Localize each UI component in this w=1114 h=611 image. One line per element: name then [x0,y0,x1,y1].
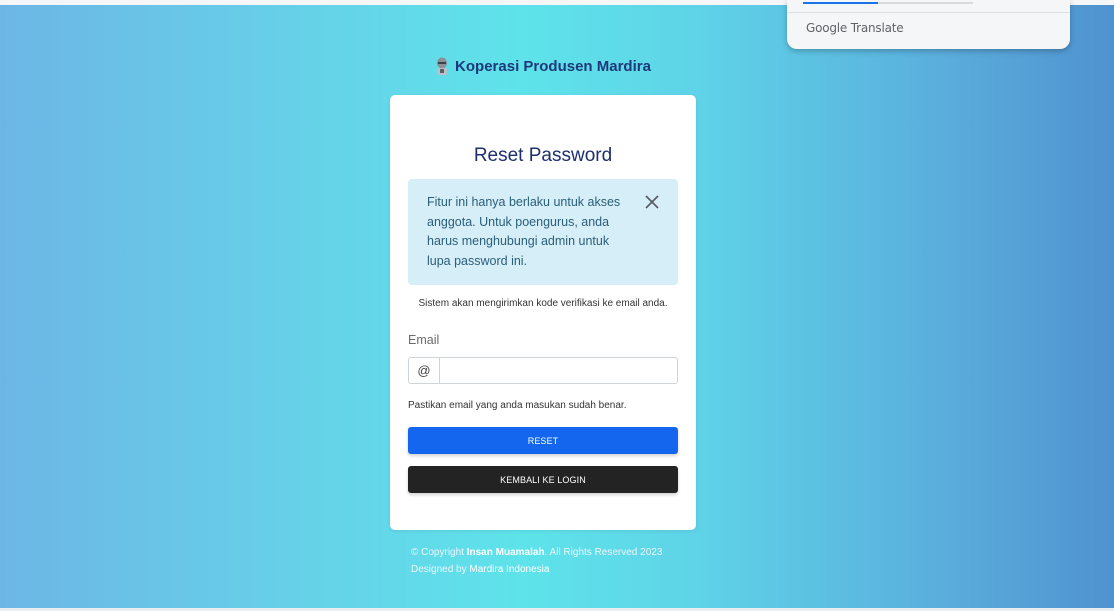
email-field[interactable] [439,357,678,384]
translate-progress-fill [803,2,878,4]
translate-label: Translate [850,21,904,35]
email-label: Email [408,333,440,347]
footer: © Copyright Insan Muamalah. All Rights R… [411,544,662,578]
reset-button[interactable]: RESET [408,427,678,454]
verification-info-text: Sistem akan mengirimkan kode verifikasi … [418,298,668,309]
email-hint-text: Pastikan email yang anda masukan sudah b… [408,400,627,411]
google-translate-popup: Google Translate [787,0,1070,49]
google-translate-brand[interactable]: Google Translate [806,21,904,35]
at-sign-icon: @ [408,357,439,384]
copyright-owner-link[interactable]: Insan Muamalah [467,547,545,558]
page-title: Reset Password [473,145,613,166]
alert-message: Fitur ini hanya berlaku untuk akses angg… [427,195,621,268]
close-icon[interactable] [644,194,660,210]
brand-name: Koperasi Produsen Mardira [455,57,651,75]
google-logo-text: Google [806,21,848,35]
reset-password-card: Reset Password Fitur ini hanya berlaku u… [390,95,696,530]
brand-header: Koperasi Produsen Mardira [0,57,1086,79]
copyright-line: © Copyright Insan Muamalah. All Rights R… [411,544,662,561]
brand-logo-icon [437,57,448,75]
back-to-login-button[interactable]: KEMBALI KE LOGIN [408,466,678,493]
copyright-suffix: . All Rights Reserved 2023 [544,547,663,558]
designed-by-prefix: Designed by [411,564,467,575]
copyright-prefix: © Copyright [411,547,464,558]
translate-divider [787,12,1070,13]
designed-by-line: Designed by Mardira Indonesia [411,561,662,578]
info-alert: Fitur ini hanya berlaku untuk akses angg… [408,179,678,285]
email-input-group: @ [408,357,678,384]
designer-link[interactable]: Mardira Indonesia [469,564,549,575]
